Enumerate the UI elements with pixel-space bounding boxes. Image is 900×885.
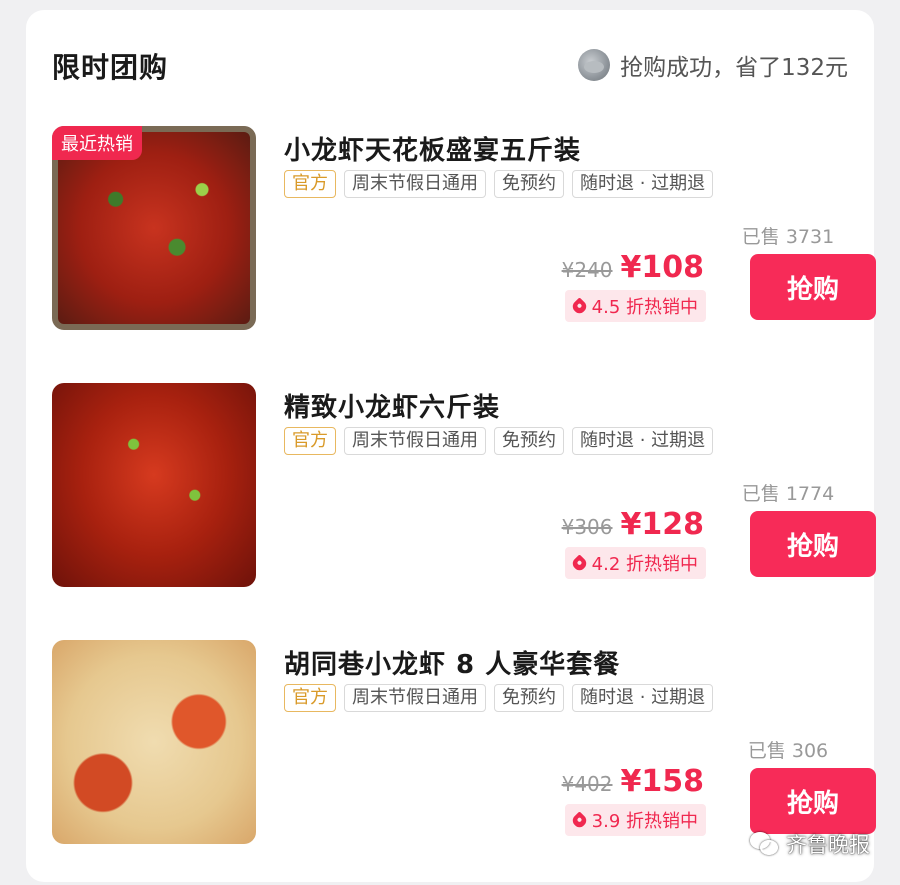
- discount-text: 4.2 折热销中: [591, 554, 698, 575]
- tag-official: 官方: [284, 427, 336, 455]
- buy-button[interactable]: 抢购: [750, 254, 876, 320]
- discount-text: 3.9 折热销中: [591, 811, 698, 832]
- current-price: ¥128: [620, 507, 705, 542]
- sold-count: 已售 1774: [741, 483, 835, 505]
- tag-no-reservation: 免预约: [494, 427, 564, 455]
- wechat-icon: [750, 832, 780, 856]
- price-row: ¥240 ¥108: [562, 250, 704, 285]
- original-price: ¥240: [561, 258, 613, 282]
- tag-refund: 随时退 · 过期退: [572, 684, 714, 712]
- tag-holiday: 周末节假日通用: [344, 684, 486, 712]
- product-tags: 官方 周末节假日通用 免预约 随时退 · 过期退: [284, 427, 714, 455]
- hot-badge: 最近热销: [52, 126, 142, 160]
- tag-refund: 随时退 · 过期退: [572, 170, 714, 198]
- product-tags: 官方 周末节假日通用 免预约 随时退 · 过期退: [284, 684, 714, 712]
- price-row: ¥306 ¥128: [562, 507, 704, 542]
- product-tags: 官方 周末节假日通用 免预约 随时退 · 过期退: [284, 170, 714, 198]
- product-image[interactable]: [52, 383, 256, 587]
- original-price: ¥402: [561, 772, 613, 796]
- buy-button[interactable]: 抢购: [750, 511, 876, 577]
- price-tag-icon: [569, 810, 589, 830]
- product-title[interactable]: 精致小龙虾六斤装: [284, 387, 500, 424]
- tag-holiday: 周末节假日通用: [344, 427, 486, 455]
- price-tag-icon: [569, 553, 589, 573]
- sold-count: 已售 3731: [741, 226, 835, 248]
- sold-count: 已售 306: [747, 740, 829, 762]
- tag-no-reservation: 免预约: [494, 170, 564, 198]
- watermark: 齐鲁晚报: [750, 829, 870, 859]
- savings-notice: 抢购成功，省了132元: [578, 48, 848, 82]
- discount-badge: 4.2 折热销中: [564, 547, 706, 579]
- tag-refund: 随时退 · 过期退: [572, 427, 714, 455]
- product-card-1[interactable]: 最近热销 小龙虾天花板盛宴五斤装 官方 周末节假日通用 免预约 随时退 · 过期…: [52, 126, 876, 332]
- product-image[interactable]: [52, 640, 256, 844]
- current-price: ¥158: [620, 764, 705, 799]
- group-buy-card: 限时团购 抢购成功，省了132元 最近热销 小龙虾天花板盛宴五斤装 官方 周末节…: [26, 10, 876, 882]
- buy-button[interactable]: 抢购: [750, 768, 876, 834]
- tag-holiday: 周末节假日通用: [344, 170, 486, 198]
- product-title[interactable]: 小龙虾天花板盛宴五斤装: [284, 130, 581, 167]
- tag-no-reservation: 免预约: [494, 684, 564, 712]
- current-price: ¥108: [620, 250, 705, 285]
- product-card-3[interactable]: 胡同巷小龙虾 8 人豪华套餐 官方 周末节假日通用 免预约 随时退 · 过期退 …: [52, 640, 876, 846]
- product-title[interactable]: 胡同巷小龙虾 8 人豪华套餐: [284, 644, 620, 681]
- tag-official: 官方: [284, 170, 336, 198]
- watermark-text: 齐鲁晚报: [786, 833, 870, 857]
- discount-badge: 3.9 折热销中: [564, 804, 706, 836]
- tag-official: 官方: [284, 684, 336, 712]
- avatar: [578, 49, 611, 81]
- price-row: ¥402 ¥158: [562, 764, 704, 799]
- original-price: ¥306: [561, 515, 613, 539]
- discount-text: 4.5 折热销中: [591, 297, 698, 318]
- savings-text: 抢购成功，省了132元: [620, 55, 848, 81]
- product-card-2[interactable]: 精致小龙虾六斤装 官方 周末节假日通用 免预约 随时退 · 过期退 已售 177…: [52, 383, 876, 589]
- discount-badge: 4.5 折热销中: [564, 290, 706, 322]
- section-title: 限时团购: [52, 51, 169, 84]
- price-tag-icon: [569, 296, 589, 316]
